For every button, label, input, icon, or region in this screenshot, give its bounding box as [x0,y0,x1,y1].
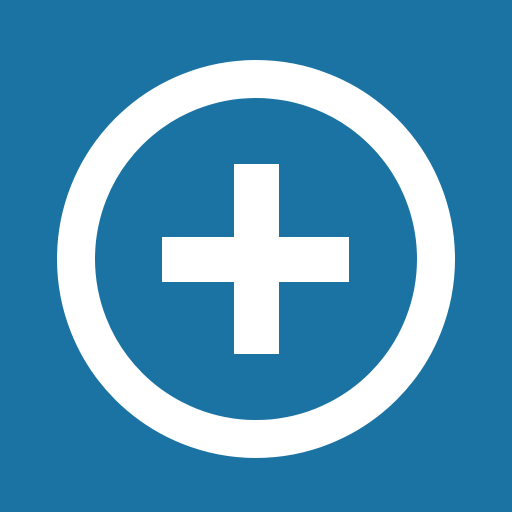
plus-horizontal-bar [162,237,349,282]
add-circle-icon [0,0,512,512]
app-icon-tile[interactable] [0,0,512,512]
